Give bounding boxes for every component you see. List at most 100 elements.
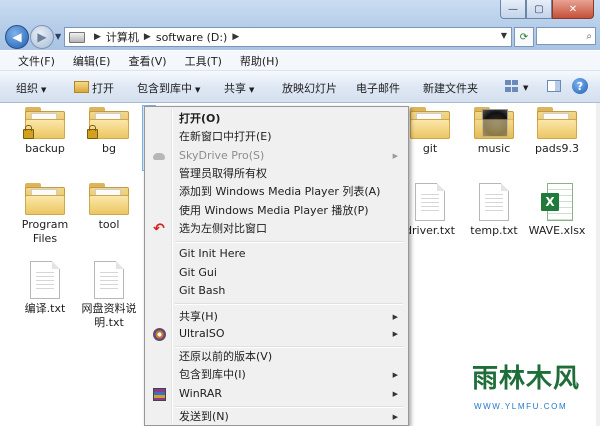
text-file-icon (415, 183, 445, 221)
context-item-send-to[interactable]: 发送到(N) (179, 408, 229, 426)
context-item-skydrive[interactable]: SkyDrive Pro(S) (179, 147, 264, 165)
minimize-button[interactable]: — (500, 0, 526, 19)
file-name: temp.txt (470, 224, 518, 237)
file-item[interactable]: music (459, 107, 529, 156)
file-name: 网盘资料说明.txt (81, 302, 137, 329)
context-item-take-ownership[interactable]: 管理员取得所有权 (179, 165, 267, 183)
folder-open-icon (74, 81, 89, 93)
folder-music-icon (474, 107, 514, 139)
menu-file[interactable]: 文件(F) (18, 53, 55, 69)
slideshow-button[interactable]: 放映幻灯片 (282, 80, 337, 96)
view-options-button[interactable] (505, 80, 521, 96)
recent-pages-dropdown[interactable]: ▼ (55, 32, 61, 41)
context-item-ultraiso[interactable]: UltraISO (179, 325, 225, 343)
preview-pane-button[interactable] (547, 80, 563, 96)
file-item[interactable]: temp.txt (459, 183, 529, 238)
context-item-restore-versions[interactable]: 还原以前的版本(V) (179, 348, 272, 366)
context-item-include-library[interactable]: 包含到库中(I) (179, 366, 246, 384)
cloud-icon (151, 148, 167, 164)
submenu-arrow-icon: ▶ (392, 330, 398, 338)
context-item-wmp-play[interactable]: 使用 Windows Media Player 播放(P) (179, 202, 369, 220)
menu-view[interactable]: 查看(V) (128, 53, 166, 69)
submenu-arrow-icon: ▶ (392, 390, 398, 398)
file-item[interactable]: 网盘资料说明.txt (74, 261, 144, 330)
search-icon: ⌕ (586, 30, 592, 42)
address-bar[interactable]: ▶ 计算机 ▶ software (D:) ▶ ▼ (64, 27, 512, 47)
submenu-arrow-icon: ▶ (392, 371, 398, 379)
watermark-text: 雨林木风 (472, 364, 581, 394)
view-dropdown-icon[interactable]: ▼ (523, 84, 539, 100)
breadcrumb-separator-icon[interactable]: ▶ (232, 32, 239, 42)
menu-separator (175, 241, 403, 243)
chevron-down-icon: ▼ (195, 86, 201, 94)
undo-icon: ↶ (153, 221, 165, 237)
email-button[interactable]: 电子邮件 (356, 80, 400, 96)
menu-tools[interactable]: 工具(T) (185, 53, 222, 69)
context-item-share[interactable]: 共享(H) (179, 308, 218, 326)
file-name: pads9.3 (535, 142, 579, 155)
context-item-open[interactable]: 打开(O) (179, 110, 220, 128)
breadcrumb-separator-icon[interactable]: ▶ (144, 32, 151, 42)
open-button[interactable]: 打开 (74, 80, 114, 96)
include-library-button[interactable]: 包含到库中 ▼ (137, 80, 200, 96)
new-folder-button[interactable]: 新建文件夹 (423, 80, 478, 96)
context-item-compare-left[interactable]: 选为左侧对比窗口 (179, 220, 267, 238)
folder-locked-icon (23, 107, 65, 139)
file-item[interactable]: X WAVE.xlsx (522, 183, 592, 238)
share-button[interactable]: 共享 ▼ (224, 80, 254, 96)
file-name: 编译.txt (24, 302, 66, 315)
submenu-arrow-icon: ▶ (392, 413, 398, 421)
context-item-open-new-window[interactable]: 在新窗口中打开(E) (179, 128, 272, 146)
maximize-button[interactable]: ▢ (526, 0, 552, 19)
address-dropdown-icon[interactable]: ▼ (501, 31, 507, 40)
context-item-git-init[interactable]: Git Init Here (179, 245, 246, 263)
folder-icon (89, 183, 129, 215)
menu-bar: 文件(F) 编辑(E) 查看(V) 工具(T) 帮助(H) (0, 51, 600, 71)
winrar-icon (151, 386, 167, 402)
file-name: bg (102, 142, 116, 155)
help-button[interactable]: ? (572, 78, 588, 94)
file-name: backup (25, 142, 65, 155)
context-item-git-gui[interactable]: Git Gui (179, 264, 217, 282)
breadcrumb-separator-icon[interactable]: ▶ (94, 32, 101, 42)
breadcrumb-computer[interactable]: 计算机 (106, 29, 139, 45)
share-label: 共享 (224, 82, 246, 95)
text-file-icon (30, 261, 60, 299)
file-item[interactable]: tool (74, 183, 144, 232)
menu-help[interactable]: 帮助(H) (240, 53, 279, 69)
forward-button[interactable]: ▶ (30, 25, 54, 49)
organize-button[interactable]: 组织 ▼ (16, 80, 46, 96)
file-item[interactable]: pads9.3 (522, 107, 592, 156)
watermark-url: WWW.YLMFU.COM (474, 402, 568, 411)
submenu-arrow-icon: ▶ (392, 152, 398, 160)
refresh-button[interactable]: ⟳ (514, 27, 534, 47)
arrow-left-icon: ◀ (12, 30, 22, 44)
file-name: WAVE.xlsx (528, 224, 586, 237)
open-label: 打开 (92, 82, 114, 95)
context-item-wmp-add[interactable]: 添加到 Windows Media Player 列表(A) (179, 183, 380, 201)
file-item[interactable]: Program Files (10, 183, 80, 246)
view-grid-icon (505, 80, 519, 92)
file-name: tool (98, 218, 120, 231)
refresh-icon: ⟳ (519, 31, 529, 43)
menu-edit[interactable]: 编辑(E) (73, 53, 111, 69)
text-file-icon (94, 261, 124, 299)
context-item-git-bash[interactable]: Git Bash (179, 282, 225, 300)
help-icon: ? (572, 78, 588, 94)
include-library-label: 包含到库中 (137, 82, 192, 95)
preview-pane-icon (547, 80, 561, 92)
folder-icon (537, 107, 577, 139)
submenu-arrow-icon: ▶ (392, 313, 398, 321)
breadcrumb-drive[interactable]: software (D:) (156, 31, 228, 44)
context-item-winrar[interactable]: WinRAR (179, 385, 222, 403)
search-input[interactable]: ⌕ (536, 27, 596, 45)
back-button[interactable]: ◀ (5, 25, 29, 49)
file-item[interactable]: backup (10, 107, 80, 156)
chevron-down-icon: ▼ (41, 86, 47, 94)
file-item[interactable]: bg (74, 107, 144, 156)
file-item[interactable]: 编译.txt (10, 261, 80, 316)
text-file-icon (479, 183, 509, 221)
title-bar: — ▢ ✕ ◀ ▶ ▼ ▶ 计算机 ▶ software (D:) ▶ ▼ ⟳ … (0, 0, 600, 50)
close-button[interactable]: ✕ (552, 0, 594, 19)
vertical-scrollbar[interactable] (596, 103, 600, 426)
